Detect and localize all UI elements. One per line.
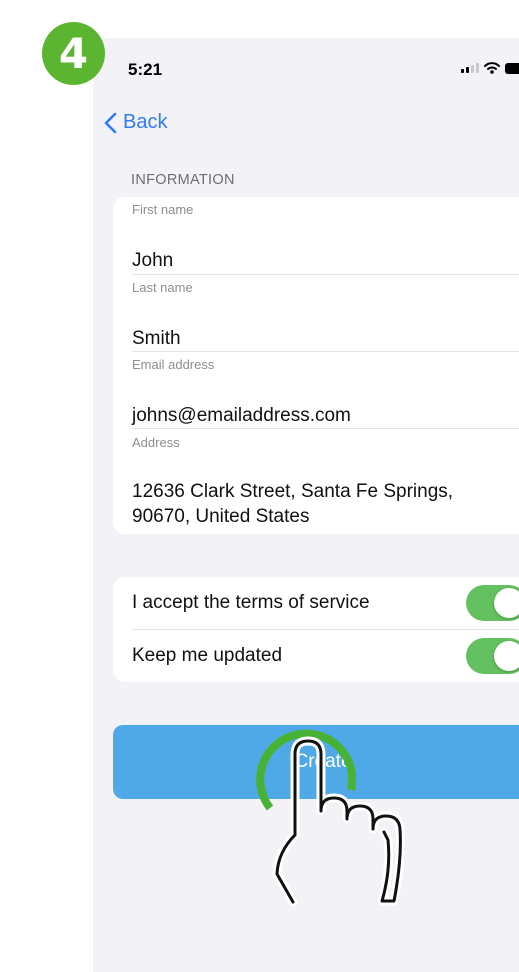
- terms-toggle-row: I accept the terms of service: [132, 577, 519, 629]
- signal-icon: [461, 63, 479, 73]
- address-value-line1: 12636 Clark Street, Santa Fe Springs,: [132, 481, 454, 502]
- step-number-badge: 4: [42, 22, 105, 85]
- updates-switch[interactable]: [466, 638, 519, 674]
- address-label: Address: [132, 435, 180, 450]
- divider: [132, 274, 519, 275]
- information-card: First name John Last name Smith Email ad…: [113, 197, 519, 534]
- first-name-value: John: [132, 250, 174, 271]
- first-name-label: First name: [132, 202, 194, 217]
- last-name-field[interactable]: Last name Smith: [132, 280, 519, 352]
- switch-knob: [494, 588, 519, 618]
- preferences-card: I accept the terms of service Keep me up…: [113, 577, 519, 682]
- phone-screen: 5:21 Back INFORMATION First name John La…: [93, 38, 519, 972]
- email-value: johns@emailaddress.com: [132, 405, 351, 426]
- terms-label: I accept the terms of service: [132, 592, 370, 613]
- updates-toggle-row: Keep me updated: [132, 630, 519, 682]
- terms-switch[interactable]: [466, 585, 519, 621]
- create-button-label: Create: [294, 751, 352, 772]
- status-icons: [461, 62, 519, 74]
- chevron-left-icon: [104, 112, 117, 133]
- last-name-label: Last name: [132, 280, 193, 295]
- updates-label: Keep me updated: [132, 645, 283, 666]
- divider: [132, 351, 519, 352]
- battery-icon: [505, 62, 519, 74]
- last-name-value: Smith: [132, 328, 181, 349]
- divider: [132, 428, 519, 429]
- email-label: Email address: [132, 357, 215, 372]
- section-header-information: INFORMATION: [131, 172, 235, 188]
- wifi-icon: [484, 62, 500, 74]
- status-time: 5:21: [128, 60, 163, 79]
- address-value-line2: 90670, United States: [132, 506, 310, 527]
- first-name-field[interactable]: First name John: [132, 202, 519, 274]
- address-field[interactable]: Address 12636 Clark Street, Santa Fe Spr…: [132, 435, 519, 533]
- back-button[interactable]: Back: [104, 111, 167, 134]
- switch-knob: [494, 641, 519, 671]
- email-field[interactable]: Email address johns@emailaddress.com: [132, 357, 519, 429]
- create-button[interactable]: Create: [113, 725, 519, 799]
- back-label: Back: [123, 111, 168, 133]
